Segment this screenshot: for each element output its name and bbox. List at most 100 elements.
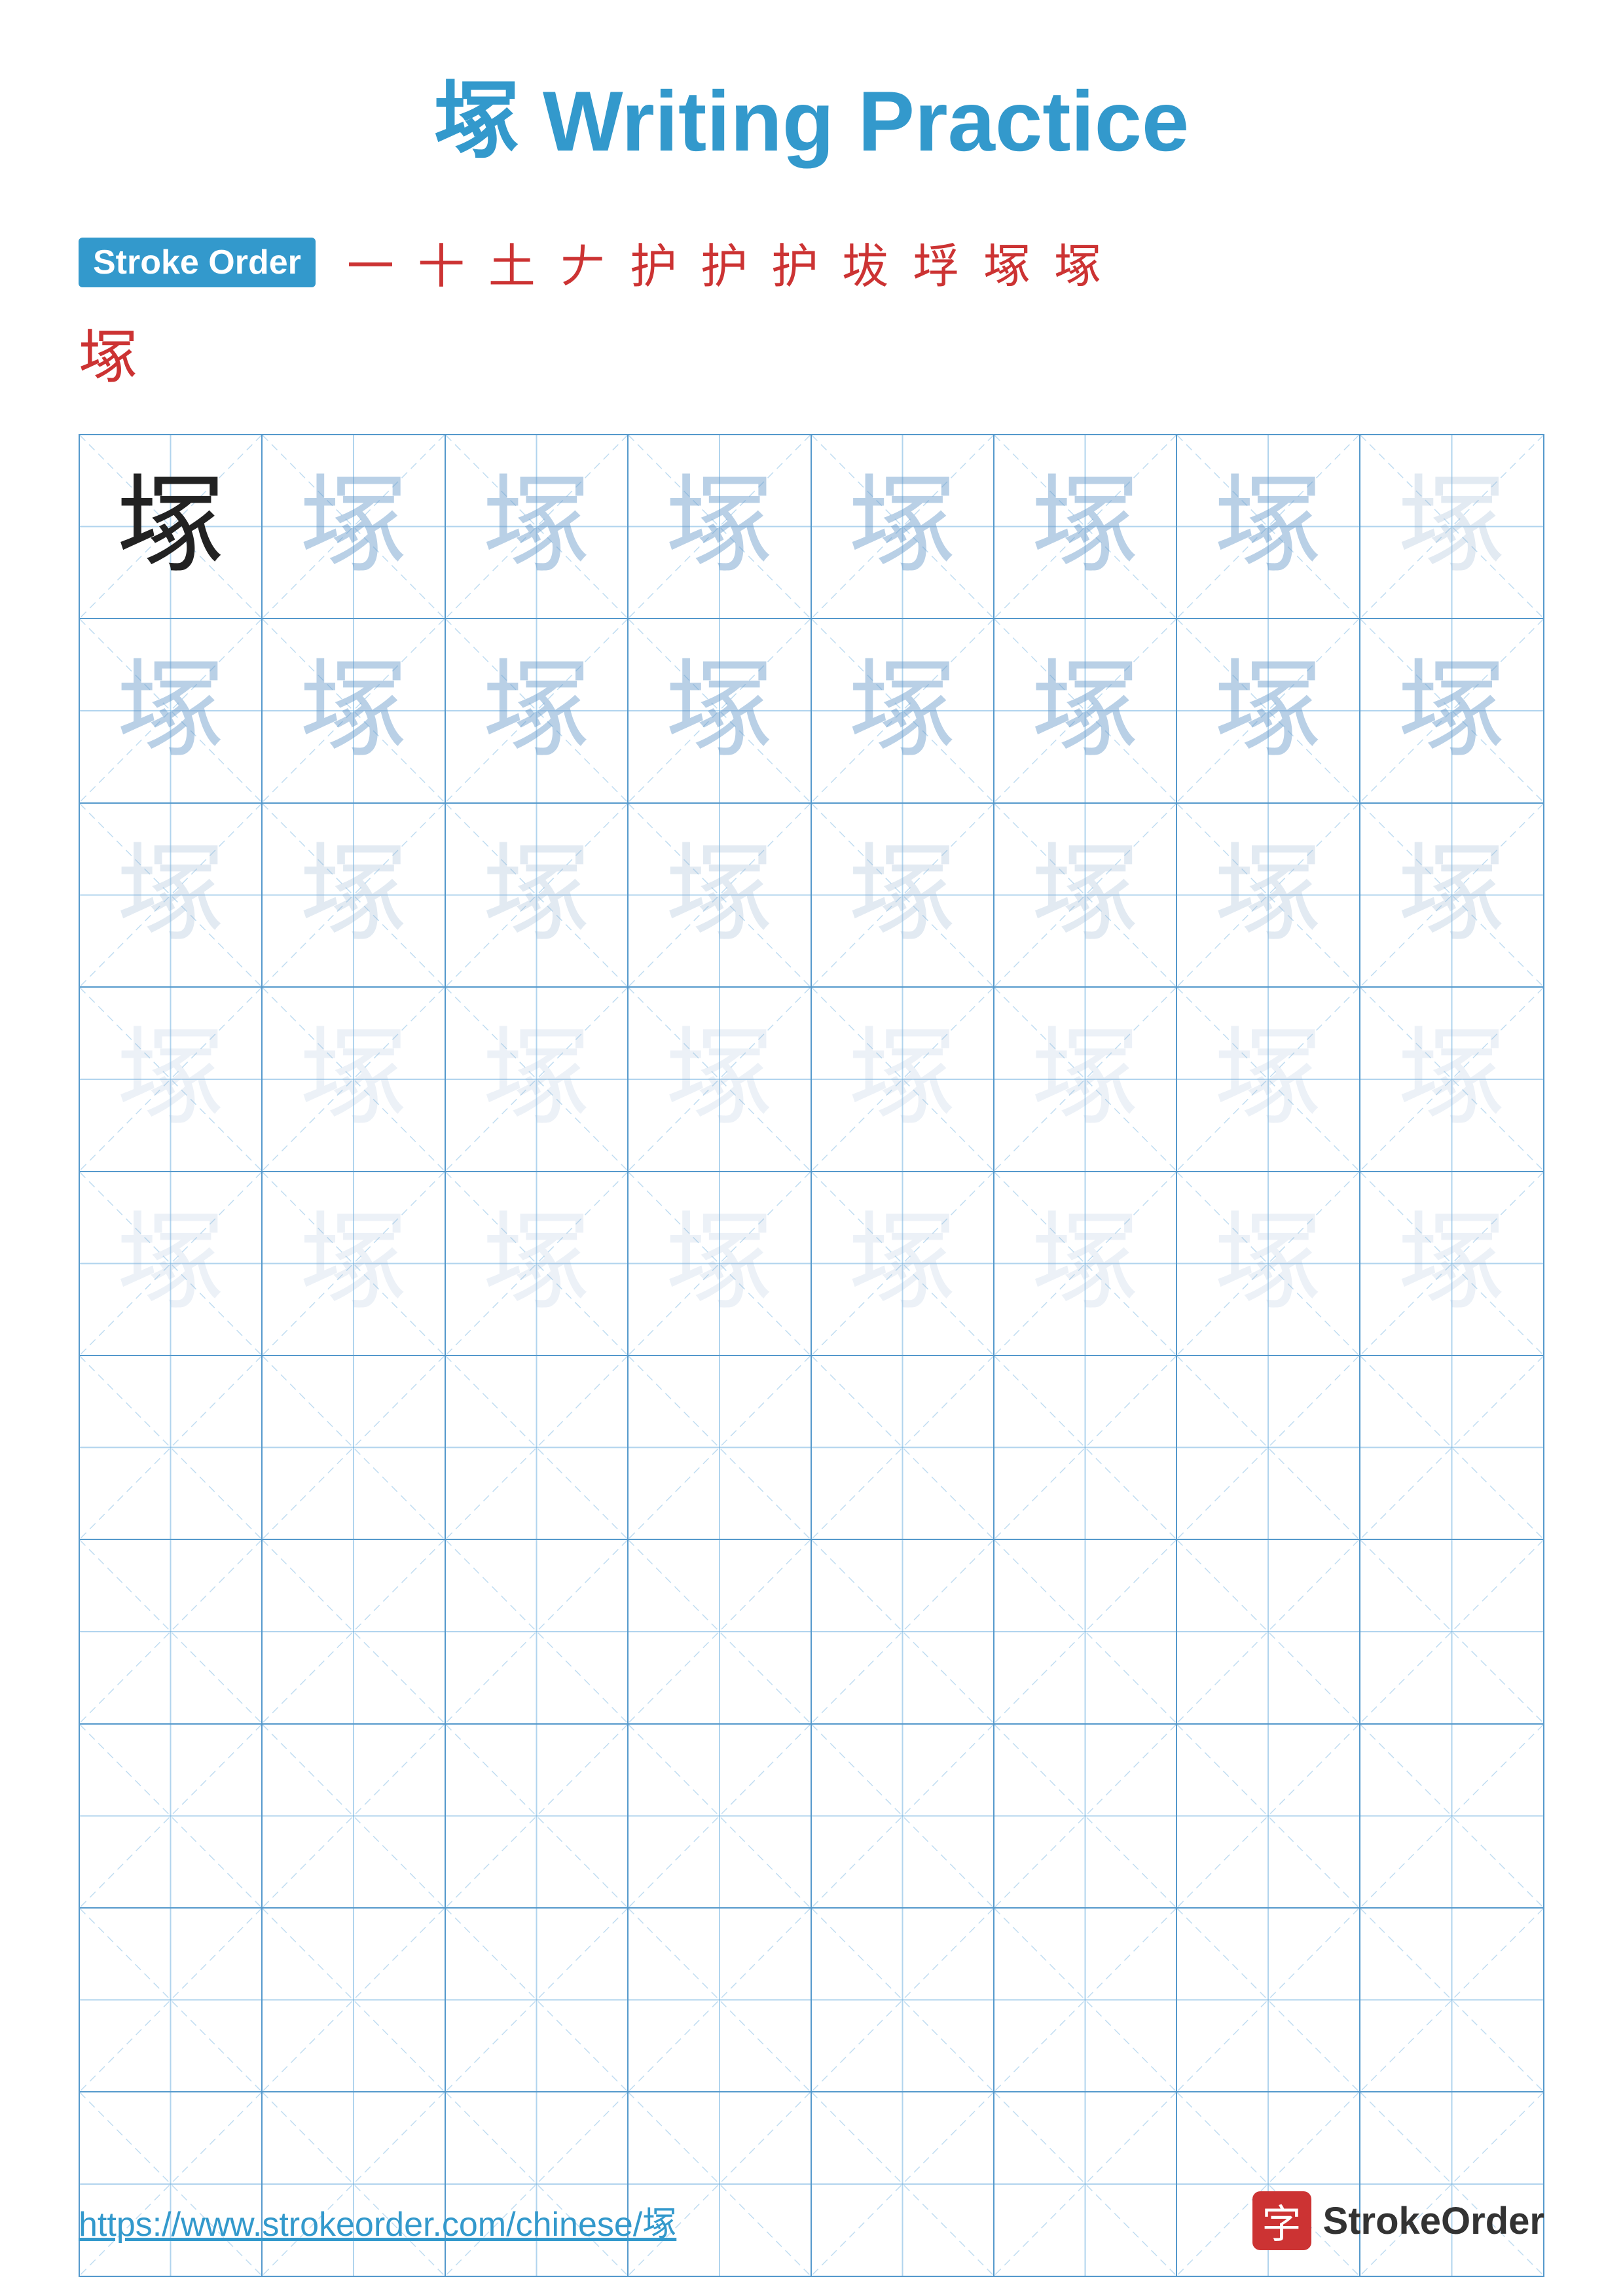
grid-cell-3-4[interactable]: 塚 [629, 804, 811, 986]
grid-cell-4-6[interactable]: 塚 [994, 988, 1177, 1170]
grid-cell-4-3[interactable]: 塚 [446, 988, 629, 1170]
grid-cell-1-1[interactable]: 塚 [80, 435, 263, 618]
grid-cell-7-7[interactable] [1177, 1540, 1360, 1723]
grid-cell-7-6[interactable] [994, 1540, 1177, 1723]
cell-char: 塚 [117, 1210, 225, 1318]
cell-char: 塚 [1031, 657, 1139, 765]
grid-cell-6-5[interactable] [812, 1356, 994, 1539]
grid-cell-9-6[interactable] [994, 1909, 1177, 2091]
cell-char: 塚 [300, 841, 408, 949]
logo-icon: 字 [1252, 2191, 1311, 2250]
grid-cell-6-3[interactable] [446, 1356, 629, 1539]
grid-cell-8-7[interactable] [1177, 1725, 1360, 1907]
grid-cell-3-5[interactable]: 塚 [812, 804, 994, 986]
grid-row-2: 塚 塚 塚 塚 塚 塚 塚 [80, 619, 1543, 803]
grid-cell-7-4[interactable] [629, 1540, 811, 1723]
grid-cell-6-2[interactable] [263, 1356, 445, 1539]
cell-char: 塚 [665, 1025, 773, 1133]
grid-cell-9-4[interactable] [629, 1909, 811, 2091]
grid-cell-4-7[interactable]: 塚 [1177, 988, 1360, 1170]
grid-cell-4-2[interactable]: 塚 [263, 988, 445, 1170]
grid-cell-7-3[interactable] [446, 1540, 629, 1723]
grid-cell-2-5[interactable]: 塚 [812, 619, 994, 802]
grid-cell-6-4[interactable] [629, 1356, 811, 1539]
grid-cell-2-7[interactable]: 塚 [1177, 619, 1360, 802]
grid-cell-6-1[interactable] [80, 1356, 263, 1539]
grid-row-1: 塚 塚 塚 塚 塚 塚 塚 [80, 435, 1543, 619]
cell-char: 塚 [117, 1025, 225, 1133]
stroke-order-section: Stroke Order 一 十 土 𠂇 护 护 护 坺 垺 塚 塚 塚 [79, 228, 1544, 395]
grid-cell-3-2[interactable]: 塚 [263, 804, 445, 986]
grid-cell-5-7[interactable]: 塚 [1177, 1172, 1360, 1355]
grid-cell-7-2[interactable] [263, 1540, 445, 1723]
grid-cell-6-7[interactable] [1177, 1356, 1360, 1539]
grid-row-7 [80, 1540, 1543, 1724]
grid-cell-1-5[interactable]: 塚 [812, 435, 994, 618]
grid-cell-2-1[interactable]: 塚 [80, 619, 263, 802]
grid-cell-8-8[interactable] [1360, 1725, 1543, 1907]
page: 塚 Writing Practice Stroke Order 一 十 土 𠂇 … [0, 0, 1623, 2296]
grid-cell-4-1[interactable]: 塚 [80, 988, 263, 1170]
stroke-11: 塚 [1054, 228, 1101, 296]
grid-row-5: 塚 塚 塚 塚 塚 塚 塚 [80, 1172, 1543, 1356]
grid-cell-1-2[interactable]: 塚 [263, 435, 445, 618]
grid-cell-2-8[interactable]: 塚 [1360, 619, 1543, 802]
grid-row-8 [80, 1725, 1543, 1909]
grid-cell-2-3[interactable]: 塚 [446, 619, 629, 802]
grid-cell-3-8[interactable]: 塚 [1360, 804, 1543, 986]
grid-cell-9-8[interactable] [1360, 1909, 1543, 2091]
grid-cell-7-8[interactable] [1360, 1540, 1543, 1723]
grid-cell-6-6[interactable] [994, 1356, 1177, 1539]
grid-cell-1-7[interactable]: 塚 [1177, 435, 1360, 618]
grid-cell-3-3[interactable]: 塚 [446, 804, 629, 986]
grid-cell-5-8[interactable]: 塚 [1360, 1172, 1543, 1355]
grid-cell-9-2[interactable] [263, 1909, 445, 2091]
grid-cell-8-4[interactable] [629, 1725, 811, 1907]
grid-cell-3-1[interactable]: 塚 [80, 804, 263, 986]
cell-char: 塚 [1214, 1210, 1322, 1318]
stroke-1: 一 [347, 228, 394, 296]
grid-cell-5-5[interactable]: 塚 [812, 1172, 994, 1355]
grid-cell-5-2[interactable]: 塚 [263, 1172, 445, 1355]
grid-cell-2-4[interactable]: 塚 [629, 619, 811, 802]
stroke-final-line: 塚 [79, 303, 1544, 395]
grid-cell-6-8[interactable] [1360, 1356, 1543, 1539]
grid-cell-4-4[interactable]: 塚 [629, 988, 811, 1170]
grid-cell-7-1[interactable] [80, 1540, 263, 1723]
grid-cell-5-3[interactable]: 塚 [446, 1172, 629, 1355]
footer-url[interactable]: https://www.strokeorder.com/chinese/塚 [79, 2197, 676, 2246]
grid-cell-5-4[interactable]: 塚 [629, 1172, 811, 1355]
grid-cell-3-6[interactable]: 塚 [994, 804, 1177, 986]
grid-cell-8-5[interactable] [812, 1725, 994, 1907]
grid-cell-2-2[interactable]: 塚 [263, 619, 445, 802]
grid-cell-5-6[interactable]: 塚 [994, 1172, 1177, 1355]
grid-row-6 [80, 1356, 1543, 1540]
grid-cell-8-3[interactable] [446, 1725, 629, 1907]
grid-cell-3-7[interactable]: 塚 [1177, 804, 1360, 986]
stroke-10: 塚 [983, 228, 1030, 296]
grid-cell-9-5[interactable] [812, 1909, 994, 2091]
grid-cell-4-8[interactable]: 塚 [1360, 988, 1543, 1170]
cell-char: 塚 [483, 841, 591, 949]
cell-char: 塚 [1031, 841, 1139, 949]
grid-cell-4-5[interactable]: 塚 [812, 988, 994, 1170]
grid-cell-9-7[interactable] [1177, 1909, 1360, 2091]
cell-char: 塚 [848, 1210, 957, 1318]
grid-cell-2-6[interactable]: 塚 [994, 619, 1177, 802]
grid-cell-1-3[interactable]: 塚 [446, 435, 629, 618]
grid-cell-1-8[interactable]: 塚 [1360, 435, 1543, 618]
stroke-4: 𠂇 [559, 228, 606, 296]
grid-cell-8-1[interactable] [80, 1725, 263, 1907]
stroke-3: 土 [488, 228, 536, 296]
grid-cell-9-1[interactable] [80, 1909, 263, 2091]
grid-cell-5-1[interactable]: 塚 [80, 1172, 263, 1355]
grid-cell-1-6[interactable]: 塚 [994, 435, 1177, 618]
cell-char: 塚 [300, 1025, 408, 1133]
grid-cell-9-3[interactable] [446, 1909, 629, 2091]
grid-cell-8-2[interactable] [263, 1725, 445, 1907]
grid-cell-7-5[interactable] [812, 1540, 994, 1723]
grid-cell-1-4[interactable]: 塚 [629, 435, 811, 618]
cell-char: 塚 [848, 657, 957, 765]
grid-cell-8-6[interactable] [994, 1725, 1177, 1907]
cell-char: 塚 [483, 1210, 591, 1318]
